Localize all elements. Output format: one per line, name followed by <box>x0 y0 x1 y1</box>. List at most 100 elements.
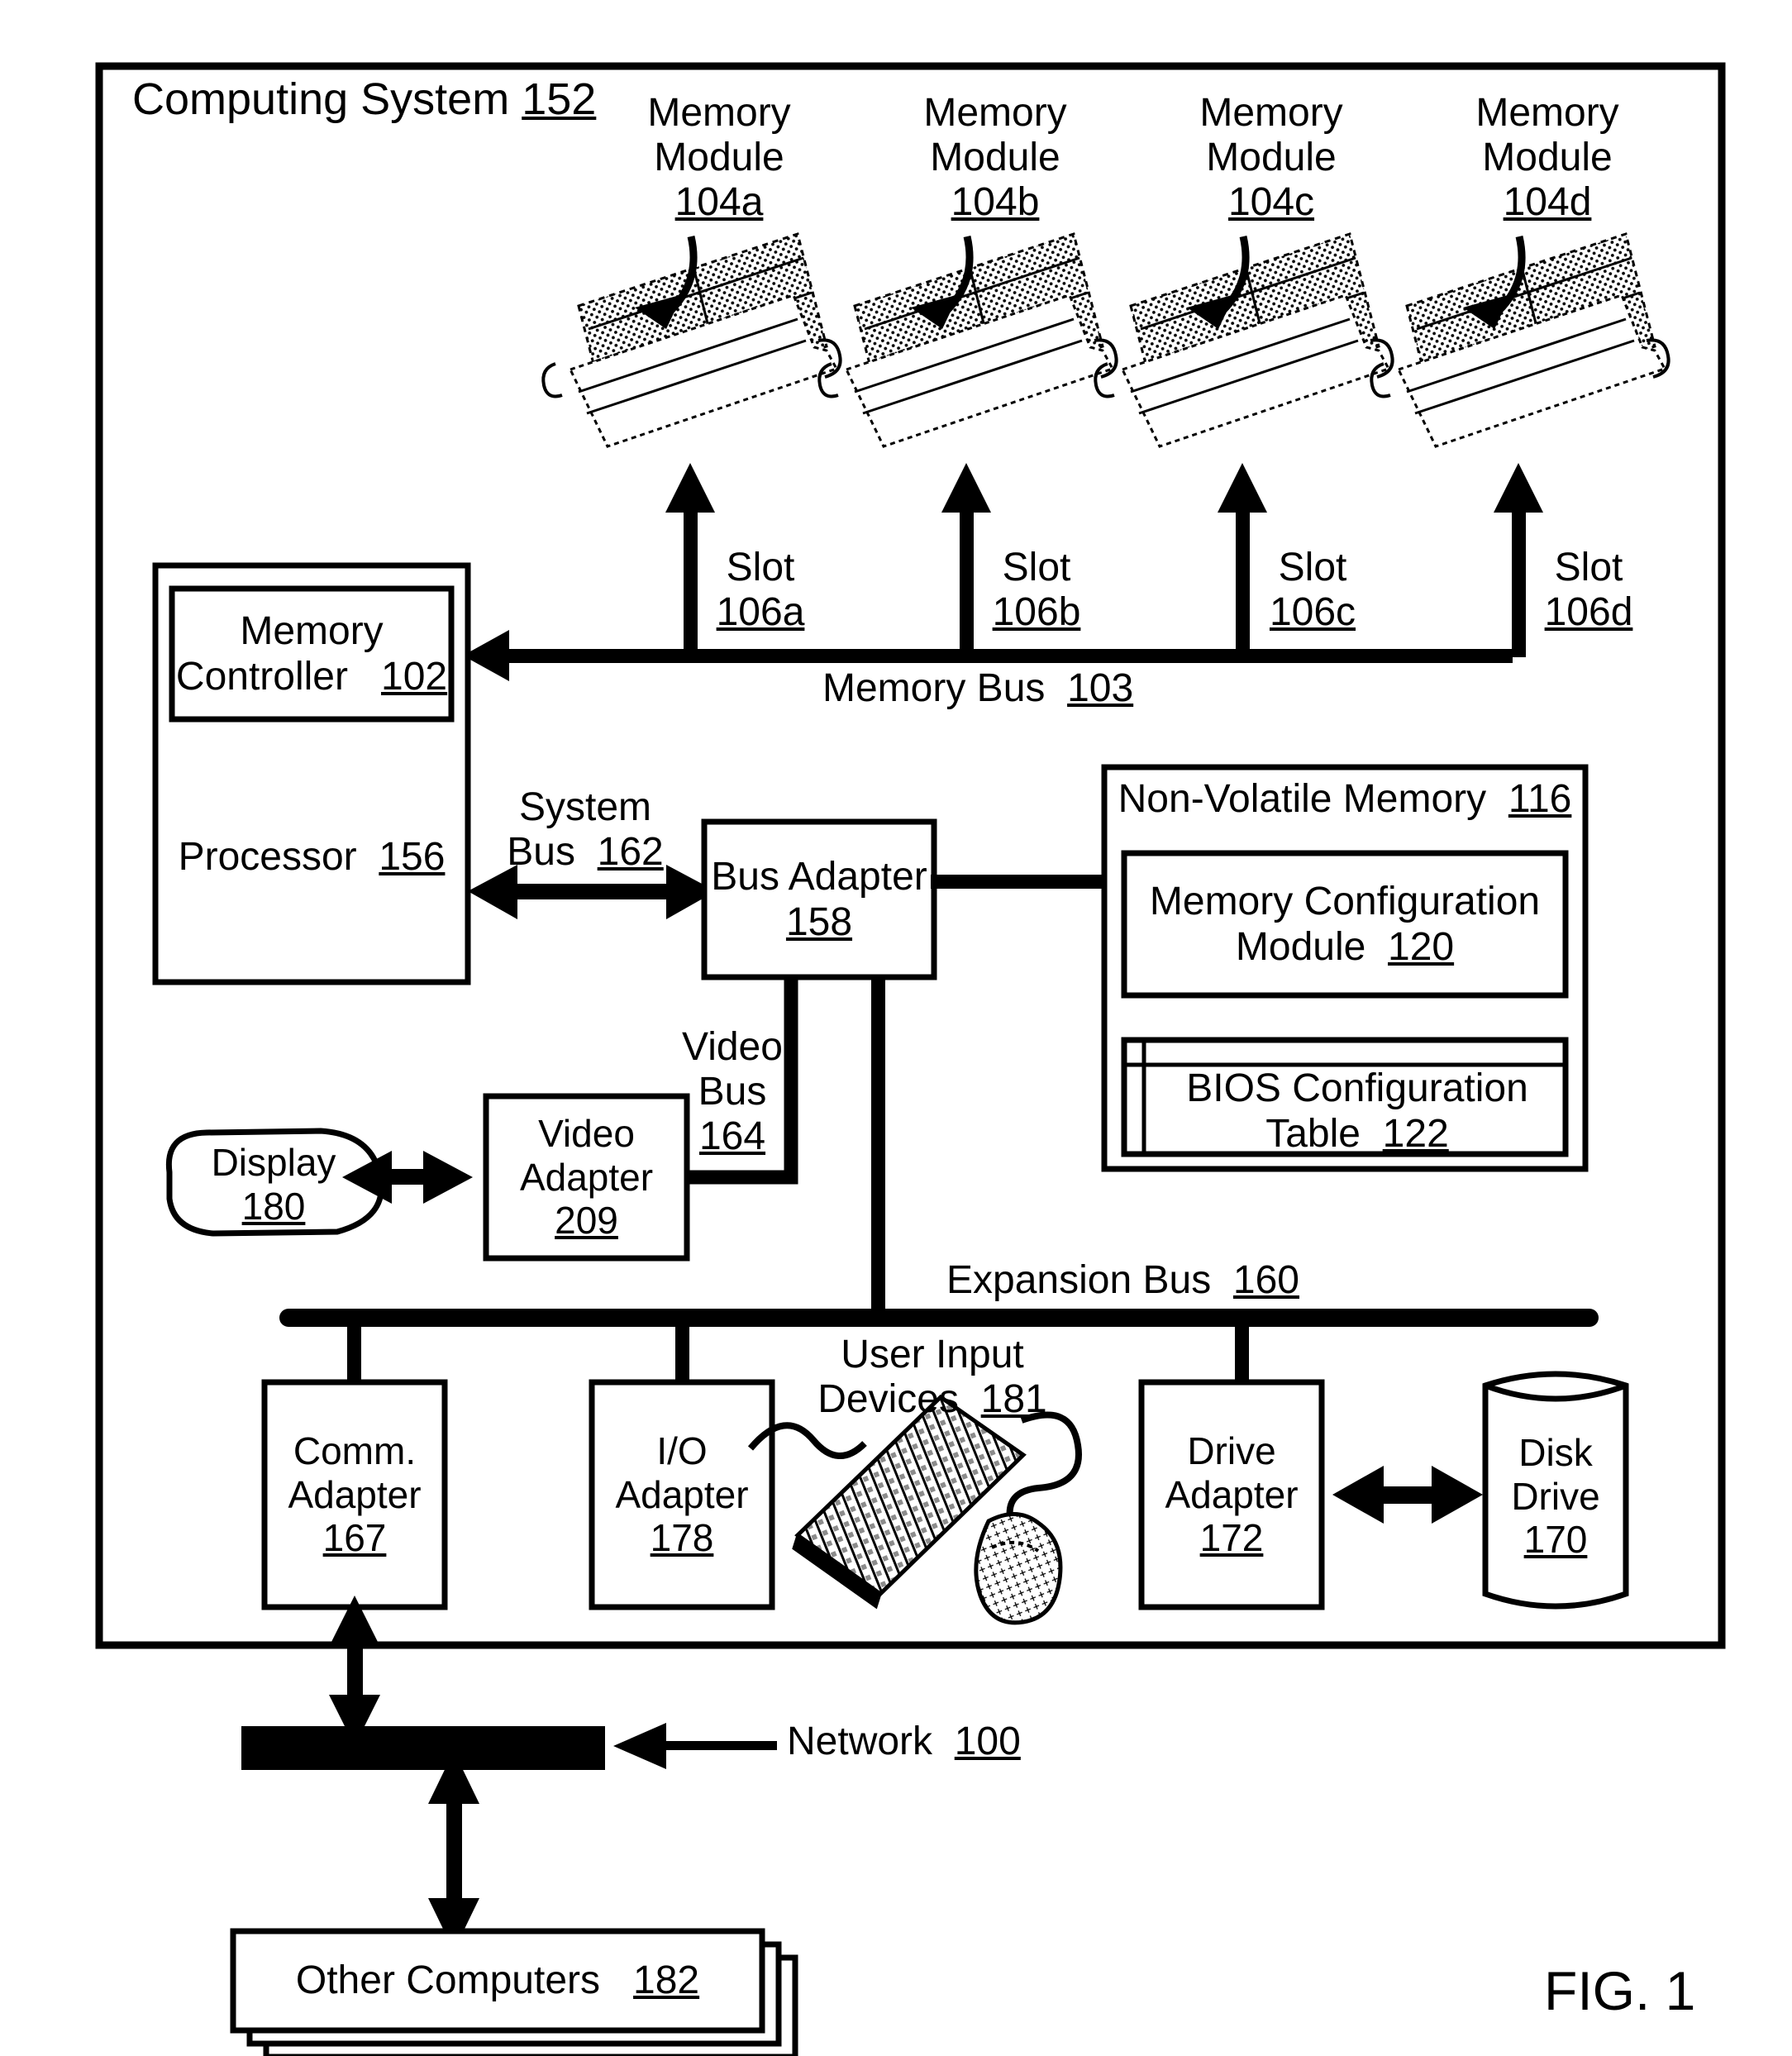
io-adapter-line1: I/O <box>656 1429 708 1472</box>
network-label: Network 100 <box>787 1720 1021 1764</box>
video-adapter-line2: Adapter <box>519 1155 654 1199</box>
bus-adapter-nvm-link <box>931 875 1109 889</box>
video-adapter-line1: Video <box>538 1111 635 1155</box>
video-bus-line2: Bus <box>698 1069 767 1114</box>
bus-adapter-label-text: Bus Adapter <box>711 854 927 899</box>
processor-label: Processor 156 <box>179 835 446 880</box>
memory-config-module-line2-row: Module 120 <box>1236 924 1454 970</box>
bios-config-table-ref: 122 <box>1382 1112 1449 1156</box>
memory-module-label-line2: Module <box>930 135 1060 179</box>
memory-config-module-line2: Module <box>1235 925 1366 969</box>
memory-module-label-line1: Memory <box>647 91 791 135</box>
bios-config-table-line2: Table <box>1265 1112 1361 1156</box>
memory-module-label-104a: Memory Module 104a <box>647 91 790 224</box>
bios-config-table-line1: BIOS Configuration <box>1186 1066 1528 1110</box>
memory-module-graphic-104c <box>1094 232 1394 448</box>
memory-module-label-line1: Memory <box>1199 91 1343 135</box>
memory-module-label-line2: Module <box>1482 135 1613 179</box>
expansion-bus-ref: 160 <box>1232 1258 1299 1302</box>
memory-module-ref: 104b <box>951 179 1040 224</box>
comm-adapter-ref: 167 <box>322 1516 387 1560</box>
bios-configuration-table-label: BIOS Configuration Table 122 <box>1149 1066 1566 1157</box>
slot-label-106b: Slot 106b <box>993 546 1081 635</box>
display-label-text: Display <box>211 1141 336 1185</box>
memory-module-ref: 104c <box>1227 179 1315 224</box>
memory-controller-line1: Memory <box>240 608 384 653</box>
other-computers-label-text: Other Computers <box>295 1958 601 2003</box>
network-bar <box>241 1723 777 1770</box>
disk-drive-line1: Disk <box>1518 1430 1593 1474</box>
user-input-devices-ref: 181 <box>980 1376 1047 1421</box>
user-input-devices-graphic <box>747 1394 1082 1625</box>
video-bus-line1: Video <box>682 1025 783 1069</box>
display-ref: 180 <box>241 1185 306 1228</box>
slot-label-text: Slot <box>726 546 795 589</box>
other-computers-label: Other Computers 182 <box>233 1931 762 2030</box>
non-volatile-memory-label: Non-Volatile Memory 116 <box>1118 777 1572 822</box>
non-volatile-memory-label-text: Non-Volatile Memory <box>1118 777 1487 821</box>
memory-module-label-104c: Memory Module 104c <box>1199 91 1342 224</box>
slot-ref: 106a <box>716 589 805 634</box>
memory-bus-ref: 103 <box>1067 666 1134 710</box>
memory-module-graphic-104a <box>541 232 842 448</box>
computing-system-ref: 152 <box>522 74 597 124</box>
bios-config-table-line2-row: Table 122 <box>1265 1111 1449 1157</box>
slot-label-text: Slot <box>1002 546 1071 589</box>
drive-adapter-line1: Drive <box>1187 1429 1276 1472</box>
module-leader-arrow-group <box>635 235 1526 329</box>
network-ref: 100 <box>954 1720 1021 1763</box>
drive-adapter-ref: 172 <box>1199 1516 1264 1560</box>
memory-module-label-104b: Memory Module 104b <box>923 91 1066 224</box>
system-bus-line2-row: Bus 162 <box>507 830 664 875</box>
memory-module-graphic-104b <box>817 232 1118 448</box>
comm-adapter-line1: Comm. <box>293 1429 417 1472</box>
video-adapter-ref: 209 <box>555 1199 618 1243</box>
figure-caption-text: FIG. 1 <box>1544 1960 1696 2021</box>
comm-adapter-line2: Adapter <box>288 1472 422 1516</box>
memory-module-ref: 104d <box>1503 179 1592 224</box>
slot-ref: 106c <box>1269 589 1356 634</box>
bus-adapter-label: Bus Adapter 158 <box>704 822 934 977</box>
slot-ref: 106b <box>992 589 1081 634</box>
disk-drive-ref: 170 <box>1523 1518 1588 1562</box>
slot-label-106d: Slot 106d <box>1545 546 1633 635</box>
memory-module-ref: 104a <box>674 179 764 224</box>
user-input-devices-line2-row: Devices 181 <box>817 1377 1047 1422</box>
system-bus-line2: Bus <box>507 829 575 874</box>
non-volatile-memory-ref: 116 <box>1508 777 1572 821</box>
figure-canvas: Computing System 152 Memory Module 104a … <box>0 0 1792 2056</box>
io-adapter-label: I/O Adapter 178 <box>592 1382 772 1607</box>
slot-label-text: Slot <box>1278 546 1347 589</box>
memory-module-label-line2: Module <box>1206 135 1337 179</box>
memory-module-label-104d: Memory Module 104d <box>1475 91 1618 224</box>
memory-bus-label: Memory Bus 103 <box>822 666 1133 711</box>
other-computers-row: Other Computers 182 <box>296 1958 699 2003</box>
io-adapter-ref: 178 <box>650 1516 714 1560</box>
system-bus-line1: System <box>518 785 652 829</box>
memory-controller-label: Memory Controller 102 <box>172 589 451 719</box>
drive-adapter-label: Drive Adapter 172 <box>1141 1382 1322 1607</box>
memory-bus-label-text: Memory Bus <box>822 666 1046 710</box>
display-label: Display 180 <box>167 1133 380 1237</box>
processor-ref: 156 <box>379 835 446 879</box>
system-bus-label: System Bus 162 <box>507 785 664 875</box>
expansion-bus-group <box>279 977 1599 1387</box>
processor-label-text: Processor <box>178 835 357 879</box>
video-bus-label: Video Bus 164 <box>682 1025 783 1158</box>
memory-controller-ref: 102 <box>381 655 448 699</box>
figure-caption: FIG. 1 <box>1544 1960 1696 2022</box>
memory-configuration-module-label: Memory Configuration Module 120 <box>1124 853 1566 995</box>
memory-module-label-line1: Memory <box>923 91 1067 135</box>
memory-module-graphic-group <box>541 232 1670 448</box>
disk-drive-line2: Drive <box>1511 1474 1600 1518</box>
drive-adapter-line2: Adapter <box>1165 1472 1299 1516</box>
system-bus-ref: 162 <box>597 829 664 874</box>
user-input-devices-label: User Input Devices 181 <box>817 1333 1047 1422</box>
slot-label-106a: Slot 106a <box>717 546 805 635</box>
io-adapter-line2: Adapter <box>615 1472 749 1516</box>
video-adapter-label: Video Adapter 209 <box>486 1096 687 1258</box>
memory-module-label-line2: Module <box>654 135 784 179</box>
user-input-devices-line1: User Input <box>841 1333 1024 1376</box>
expansion-bus-label: Expansion Bus 160 <box>946 1258 1299 1303</box>
memory-module-graphic-104d <box>1370 232 1670 448</box>
